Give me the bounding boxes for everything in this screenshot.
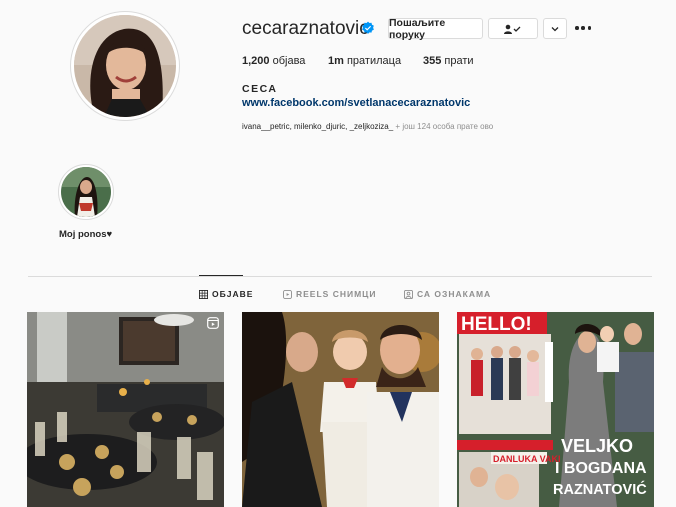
posts-label: објава [272, 55, 306, 67]
story-highlight-cover [61, 167, 111, 217]
profile-website-link[interactable]: www.facebook.com/svetlanacecaraznatovic [242, 97, 470, 109]
tab-tagged-label: СА ОЗНАКАМА [417, 289, 492, 299]
grid-icon [199, 289, 208, 299]
followed-by-names: ivana__petric, milenko_djuric, _zeljkozi… [242, 122, 394, 131]
magazine-masthead: HELLO! [461, 314, 532, 335]
more-options-icon[interactable] [575, 21, 591, 35]
suggested-accounts-button[interactable] [543, 18, 567, 39]
magazine-headline-3: RAZNATOVIĆ [553, 480, 647, 498]
posts-stat: 1,200 објава [242, 55, 305, 67]
magazine-side-headline: DANLUKA VAKI [493, 454, 561, 464]
followed-by[interactable]: ivana__petric, milenko_djuric, _zeljkozi… [242, 122, 493, 131]
tab-tagged[interactable]: СА ОЗНАКАМА [404, 289, 491, 299]
profile-avatar[interactable] [74, 15, 176, 117]
followers-label: пратилаца [346, 55, 402, 67]
verified-badge-icon [362, 21, 374, 34]
tab-reels-label: REELS СНИМЦИ [296, 289, 377, 299]
chevron-down-icon [551, 26, 559, 31]
posts-count: 1,200 [242, 55, 270, 67]
following-stat[interactable]: 355 прати [423, 55, 474, 67]
followers-count: 1m [328, 55, 344, 67]
person-check-icon [504, 24, 521, 34]
story-highlight[interactable] [58, 164, 114, 220]
reel-icon [207, 317, 219, 329]
post-thumbnail[interactable] [242, 312, 439, 507]
tab-reels[interactable]: REELS СНИМЦИ [283, 289, 377, 299]
following-button[interactable] [488, 18, 538, 39]
tab-posts-label: ОБЈАВЕ [212, 289, 254, 299]
following-count: 355 [423, 55, 442, 67]
following-label: прати [444, 55, 474, 67]
profile-full-name: СЕСА [242, 83, 278, 95]
followers-stat[interactable]: 1m пратилаца [328, 55, 401, 67]
magazine-headline-2: I BOGDANA [555, 460, 647, 477]
profile-username: cecaraznatovic [242, 18, 369, 39]
message-button[interactable]: Пошаљите поруку [388, 17, 483, 41]
story-highlight-label: Moj ponos♥ [59, 229, 113, 240]
reels-icon [283, 289, 292, 299]
tab-posts[interactable]: ОБЈАВЕ [199, 289, 253, 299]
magazine-headline-1: VELJKO [561, 436, 633, 456]
profile-avatar-ring[interactable] [70, 11, 180, 121]
followed-by-more: + још 124 особа прате ово [395, 122, 494, 131]
post-thumbnail[interactable]: HELLO! DANLUKA VAKI VELJKO I BOGDANA RAZ… [457, 312, 654, 507]
post-thumbnail[interactable] [27, 312, 224, 507]
tagged-icon [404, 289, 413, 299]
active-tab-indicator [199, 275, 243, 276]
tabs-divider [28, 276, 652, 277]
